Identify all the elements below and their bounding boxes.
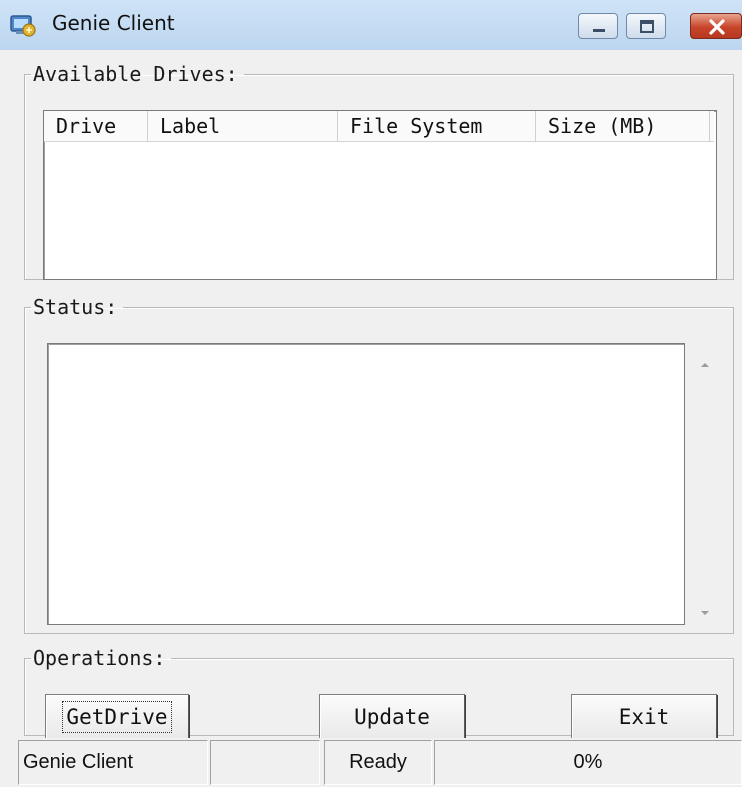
drives-list-header: Drive Label File System Size (MB) [44,111,714,142]
statusbar-state: Ready [324,740,432,785]
column-header-label[interactable]: Label [148,111,338,141]
available-drives-legend: Available Drives: [33,62,238,86]
drives-list[interactable]: Drive Label File System Size (MB) [43,110,717,280]
close-icon [709,19,725,35]
update-button-label: Update [354,705,430,729]
client-area: Available Drives: Drive Label File Syste… [0,50,742,740]
minimize-icon [593,29,605,32]
exit-button[interactable]: Exit [571,694,717,740]
exit-button-label: Exit [618,705,670,729]
close-button[interactable] [690,13,742,39]
statusbar-progress: 0% [434,740,742,785]
column-header-drive[interactable]: Drive [44,111,148,141]
getdrive-button[interactable]: GetDrive [45,694,189,740]
getdrive-button-label: GetDrive [62,701,172,733]
scroll-up-arrow-icon[interactable] [695,357,715,373]
status-legend: Status: [33,295,118,319]
operations-group: Operations: GetDrive Update Exit [24,646,734,740]
status-bar: Genie Client Ready 0% [0,738,742,787]
column-header-file-system[interactable]: File System [338,111,536,141]
title-bar[interactable]: Genie Client [0,0,742,51]
statusbar-app-name: Genie Client [18,740,208,785]
statusbar-empty-panel [210,740,320,785]
genie-app-icon[interactable] [8,10,38,40]
operations-legend: Operations: [33,646,166,670]
status-text-area[interactable] [47,343,685,625]
window-title: Genie Client [52,11,175,35]
maximize-icon [640,20,654,33]
available-drives-group: Available Drives: Drive Label File Syste… [24,64,734,280]
minimize-button[interactable] [578,13,618,39]
scroll-down-arrow-icon[interactable] [695,605,715,621]
column-header-size[interactable]: Size (MB) [536,111,710,141]
status-group: Status: [24,297,734,634]
maximize-button[interactable] [626,13,666,39]
update-button[interactable]: Update [319,694,465,740]
